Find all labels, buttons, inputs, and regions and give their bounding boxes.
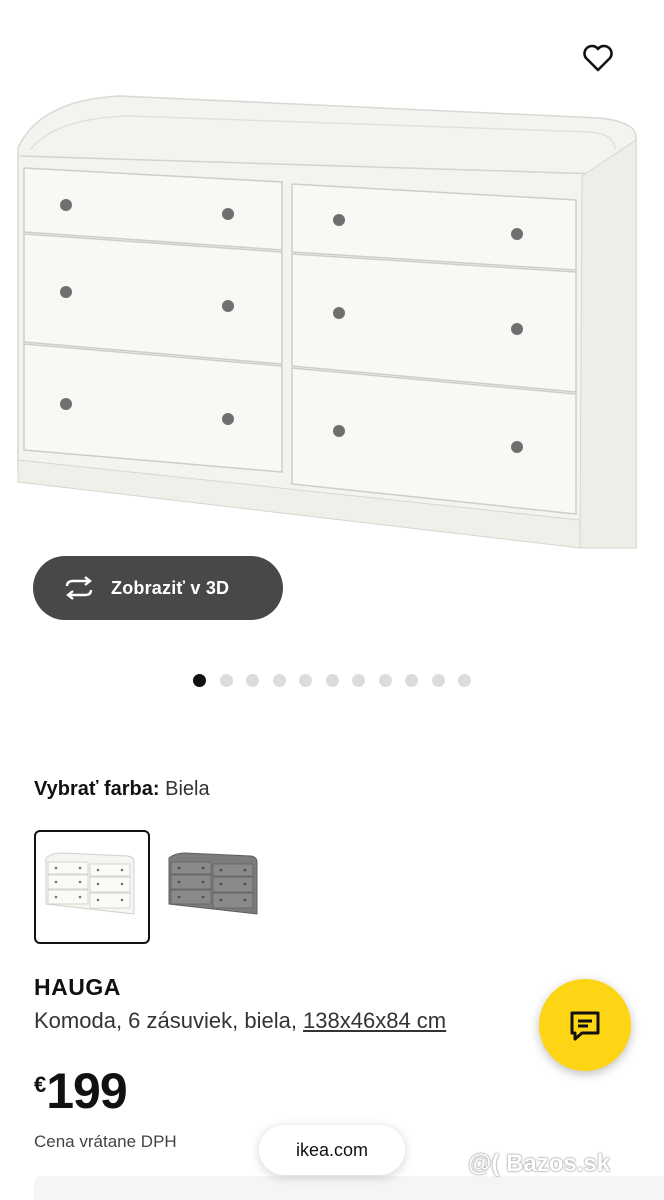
- carousel-dot[interactable]: [431, 674, 445, 687]
- color-value: Biela: [165, 778, 210, 800]
- price-currency: €: [34, 1072, 47, 1097]
- chat-button[interactable]: [539, 979, 631, 1071]
- watermark: @( Bazos.sk: [468, 1150, 611, 1177]
- price-amount: 199: [46, 1063, 127, 1119]
- gray-dresser-thumbnail: [168, 852, 258, 915]
- color-swatch-gray[interactable]: [157, 830, 273, 944]
- product-description: Komoda, 6 zásuviek, biela, 138x46x84 cm: [34, 1008, 446, 1034]
- color-label: Vybrať farba:: [34, 778, 160, 800]
- product-desc-text: Komoda, 6 zásuviek, biela,: [34, 1008, 304, 1033]
- chat-icon: [570, 1011, 600, 1041]
- carousel-dot[interactable]: [325, 674, 339, 687]
- product-name: HAUGA: [34, 974, 121, 1000]
- carousel-dot[interactable]: [352, 674, 365, 687]
- carousel-dot[interactable]: [246, 674, 259, 687]
- carousel-dot[interactable]: [193, 674, 206, 687]
- vat-note: Cena vrátane DPH: [34, 1132, 177, 1151]
- color-swatch-white[interactable]: [34, 830, 150, 944]
- product-dimensions-link[interactable]: 138x46x84 cm: [303, 1008, 446, 1033]
- carousel-dot[interactable]: [405, 674, 418, 687]
- carousel-dot[interactable]: [299, 674, 312, 687]
- browser-url-pill[interactable]: ikea.com: [259, 1125, 405, 1175]
- white-dresser-thumbnail: [45, 852, 135, 915]
- view-3d-label: Zobraziť v 3D: [111, 577, 230, 598]
- product-price: € 199: [34, 1063, 128, 1119]
- carousel-dot[interactable]: [219, 674, 233, 687]
- color-selector-label: Vybrať farba: Biela: [34, 778, 210, 801]
- carousel-dot[interactable]: [458, 674, 471, 687]
- carousel-dot[interactable]: [378, 674, 392, 687]
- carousel-dot[interactable]: [272, 674, 286, 687]
- product-image: [17, 95, 637, 549]
- rotate-3d-icon: [65, 576, 93, 600]
- bottom-panel: [34, 1176, 664, 1200]
- heart-icon[interactable]: [578, 38, 618, 78]
- product-image-gallery[interactable]: Zobraziť v 3D: [0, 0, 664, 760]
- view-3d-button[interactable]: Zobraziť v 3D: [33, 556, 283, 620]
- carousel-dots[interactable]: [193, 674, 471, 687]
